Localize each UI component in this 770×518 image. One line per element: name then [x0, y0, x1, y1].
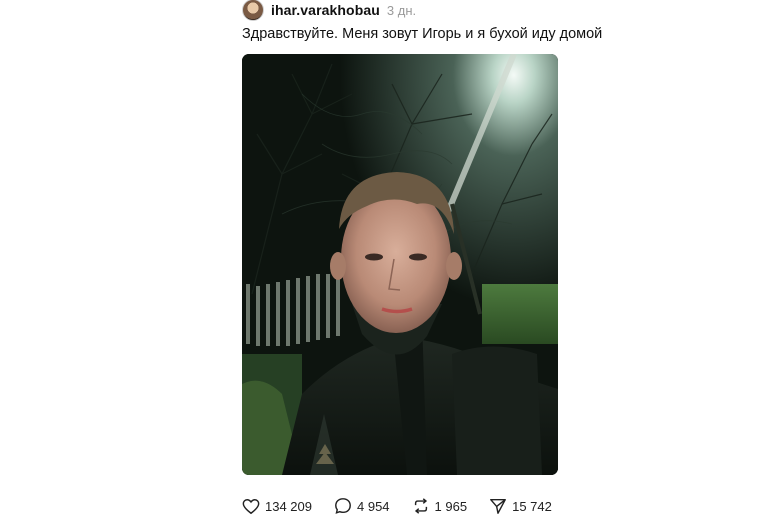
like-count: 134 209 [265, 498, 312, 514]
comment-bubble-icon [335, 498, 351, 514]
post-text: Здравствуйте. Меня зовут Игорь и я бухой… [242, 26, 603, 42]
post-timestamp[interactable]: 3 дн. [387, 3, 416, 18]
share-button[interactable]: 15 742 [489, 497, 552, 515]
repost-count: 1 965 [434, 498, 468, 514]
like-button[interactable]: 134 209 [242, 498, 312, 515]
comment-count: 4 954 [357, 498, 390, 514]
post-header: ihar.varakhobau 3 дн. [242, 0, 612, 21]
share-count: 15 742 [512, 498, 552, 514]
repost-button[interactable]: 1 965 [412, 497, 468, 515]
post-card: ihar.varakhobau 3 дн. Здравствуйте. Меня… [242, 0, 612, 517]
repost-arrows-icon [414, 498, 427, 514]
post-actions-bar: 134 209 4 954 1 965 15 742 [242, 495, 612, 517]
selfie-photo-image [242, 54, 558, 475]
heart-icon [242, 498, 260, 514]
post-photo[interactable] [242, 54, 558, 475]
username[interactable]: ihar.varakhobau [271, 2, 380, 18]
send-icon [490, 498, 507, 514]
comment-button[interactable]: 4 954 [334, 497, 390, 515]
avatar[interactable] [242, 0, 264, 21]
